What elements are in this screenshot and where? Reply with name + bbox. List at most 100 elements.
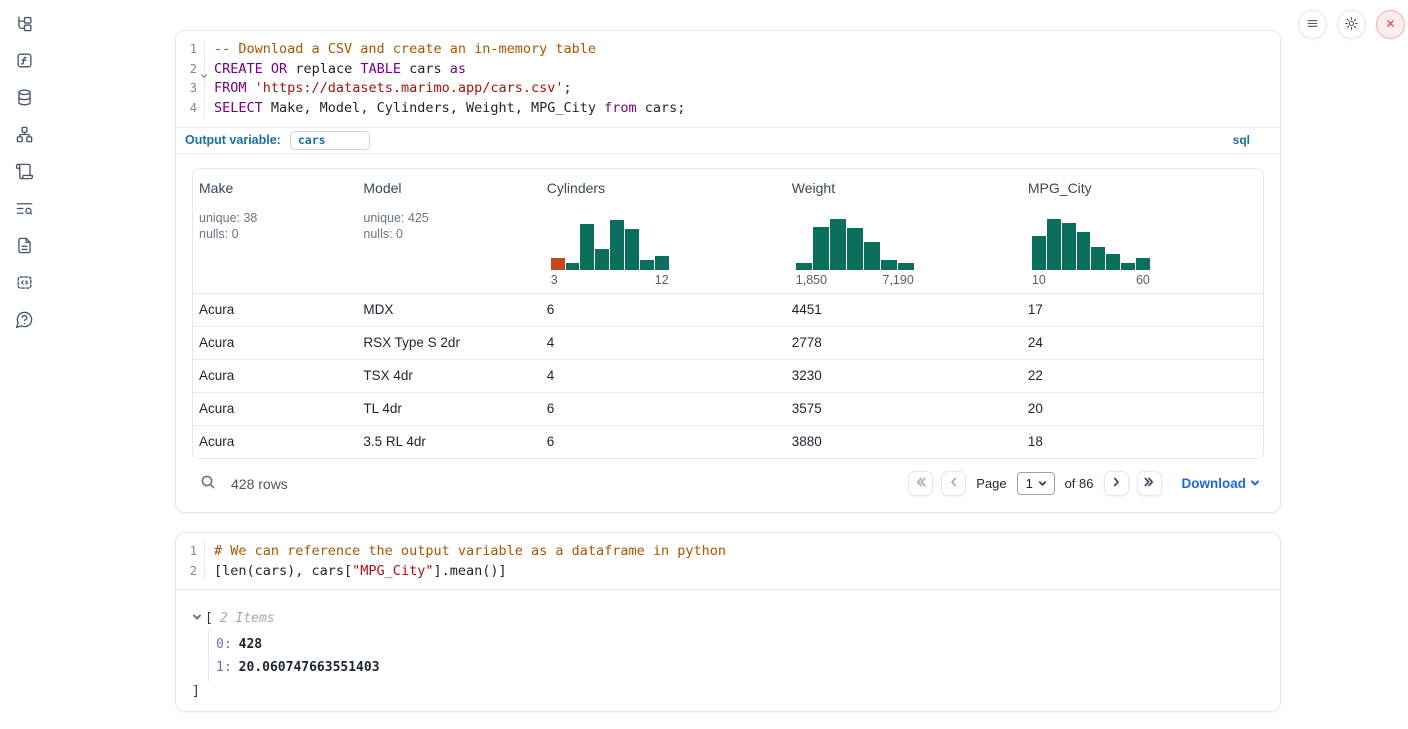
histogram-bar[interactable] [898, 263, 914, 270]
sidebar-item-scratchpad[interactable] [13, 163, 35, 183]
histogram-max-label: 12 [655, 273, 669, 287]
python-code-editor[interactable]: 1# We can reference the output variable … [176, 533, 1280, 589]
histogram-bar[interactable] [1047, 219, 1061, 270]
table-cell: 2778 [786, 335, 1022, 350]
sidebar-item-file-explorer[interactable] [13, 15, 35, 35]
settings-button[interactable] [1337, 10, 1366, 39]
histogram-bar[interactable] [1106, 254, 1120, 270]
table-cell: 4 [541, 368, 786, 383]
tree-entry[interactable]: 1:20.060747663551403 [209, 656, 1264, 679]
next-page-button[interactable] [1104, 471, 1129, 496]
histogram-bar[interactable] [1091, 247, 1105, 270]
collapse-chevron-icon[interactable] [192, 608, 205, 630]
histogram-bar[interactable] [864, 242, 880, 270]
column-header-cylinders[interactable]: Cylinders312 [541, 169, 786, 293]
histogram-bar[interactable] [1062, 223, 1076, 270]
code-text: FROM 'https://datasets.marimo.app/cars.c… [204, 79, 1280, 99]
sql-code-editor[interactable]: 1-- Download a CSV and create an in-memo… [176, 31, 1280, 127]
chevrons-left-icon [915, 476, 927, 491]
histogram-bar[interactable] [830, 219, 846, 270]
page-select[interactable]: 1 [1017, 472, 1055, 495]
sidebar-item-functions[interactable] [13, 52, 35, 72]
column-header-mpg_city[interactable]: MPG_City 1060 [1022, 169, 1263, 293]
first-page-button[interactable] [908, 471, 933, 496]
network-icon [15, 125, 34, 147]
download-button[interactable]: Download [1182, 476, 1261, 491]
sql-cell: 1-- Download a CSV and create an in-memo… [175, 30, 1281, 513]
shutdown-button[interactable] [1376, 10, 1405, 39]
table-body: AcuraMDX6445117AcuraRSX Type S 2dr427782… [193, 293, 1263, 458]
column-header-weight[interactable]: Weight1,8507,190 [786, 169, 1022, 293]
table-row[interactable]: AcuraTSX 4dr4323022 [193, 359, 1263, 392]
sidebar-item-dependency-graph[interactable] [13, 126, 35, 146]
column-header-make[interactable]: Makeunique: 38nulls: 0 [193, 169, 357, 293]
column-stats: unique: 425nulls: 0 [363, 210, 540, 243]
table-cell: TSX 4dr [357, 368, 540, 383]
code-line[interactable]: 2CREATE OR replace TABLE cars as [176, 60, 1280, 80]
code-line[interactable]: 4SELECT Make, Model, Cylinders, Weight, … [176, 99, 1280, 119]
line-number: 4 [176, 99, 204, 119]
sidebar-item-datasources[interactable] [13, 89, 35, 109]
table-cell: TL 4dr [357, 401, 540, 416]
sidebar-item-documentation[interactable] [13, 237, 35, 257]
code-line[interactable]: 3FROM 'https://datasets.marimo.app/cars.… [176, 79, 1280, 99]
histogram-bar[interactable] [881, 260, 897, 270]
histogram-bar[interactable] [625, 229, 639, 270]
histogram-bar[interactable] [1077, 232, 1091, 270]
column-name: MPG_City [1028, 180, 1263, 196]
sidebar [0, 0, 48, 729]
tree-entry[interactable]: 0:428 [209, 633, 1264, 656]
line-number: 2 [176, 60, 204, 80]
histogram-bar[interactable] [551, 258, 565, 269]
table-row[interactable]: Acura3.5 RL 4dr6388018 [193, 425, 1263, 458]
histogram-bar[interactable] [847, 228, 863, 270]
histogram-bar[interactable] [580, 224, 594, 270]
histogram-bar[interactable] [655, 256, 669, 270]
language-badge[interactable]: sql [1233, 133, 1250, 147]
code-line[interactable]: 2[len(cars), cars["MPG_City"].mean()] [176, 562, 1280, 582]
code-line[interactable]: 1-- Download a CSV and create an in-memo… [176, 40, 1280, 60]
tree-items-count: 2 Items [220, 608, 275, 630]
database-icon [15, 88, 34, 110]
table-cell: 6 [541, 401, 786, 416]
table-cell: 3880 [786, 434, 1022, 449]
column-name: Weight [792, 180, 1022, 196]
text-search-icon [15, 199, 34, 221]
document-icon [15, 236, 34, 258]
histogram-bar[interactable] [1032, 236, 1046, 269]
download-label: Download [1182, 476, 1247, 491]
tree-open-bracket: [ [205, 608, 213, 630]
search-icon[interactable] [200, 474, 216, 493]
table-row[interactable]: AcuraMDX6445117 [193, 293, 1263, 326]
sidebar-item-help[interactable] [13, 311, 35, 331]
menu-button[interactable] [1298, 10, 1327, 39]
tree-entry-key: 0 [216, 637, 224, 652]
column-histogram: 1060 [1032, 216, 1150, 287]
histogram-bar[interactable] [813, 227, 829, 270]
page-total-label: of 86 [1065, 476, 1094, 491]
line-number: 3 [176, 79, 204, 99]
table-row[interactable]: AcuraRSX Type S 2dr4277824 [193, 326, 1263, 359]
chevrons-right-icon [1143, 476, 1155, 491]
table-cell: 6 [541, 434, 786, 449]
prev-page-button[interactable] [941, 471, 966, 496]
sidebar-item-snippets[interactable] [13, 274, 35, 294]
histogram-bar[interactable] [595, 249, 609, 270]
histogram-bar[interactable] [566, 263, 580, 270]
table-cell: RSX Type S 2dr [357, 335, 540, 350]
output-variable-input[interactable] [290, 131, 370, 150]
sidebar-item-logs[interactable] [13, 200, 35, 220]
tree-entries: 0:4281:20.060747663551403 [208, 630, 1264, 681]
histogram-bar[interactable] [640, 260, 654, 270]
last-page-button[interactable] [1137, 471, 1162, 496]
histogram-bar[interactable] [610, 220, 624, 270]
code-line[interactable]: 1# We can reference the output variable … [176, 542, 1280, 562]
histogram-bar[interactable] [1121, 263, 1135, 270]
page-select-value: 1 [1026, 476, 1033, 491]
histogram-bar[interactable] [796, 263, 812, 270]
table-row[interactable]: AcuraTL 4dr6357520 [193, 392, 1263, 425]
column-header-model[interactable]: Modelunique: 425nulls: 0 [357, 169, 540, 293]
table-cell: MDX [357, 302, 540, 317]
histogram-bar[interactable] [1136, 258, 1150, 269]
sql-cell-output: Makeunique: 38nulls: 0Modelunique: 425nu… [176, 154, 1280, 505]
